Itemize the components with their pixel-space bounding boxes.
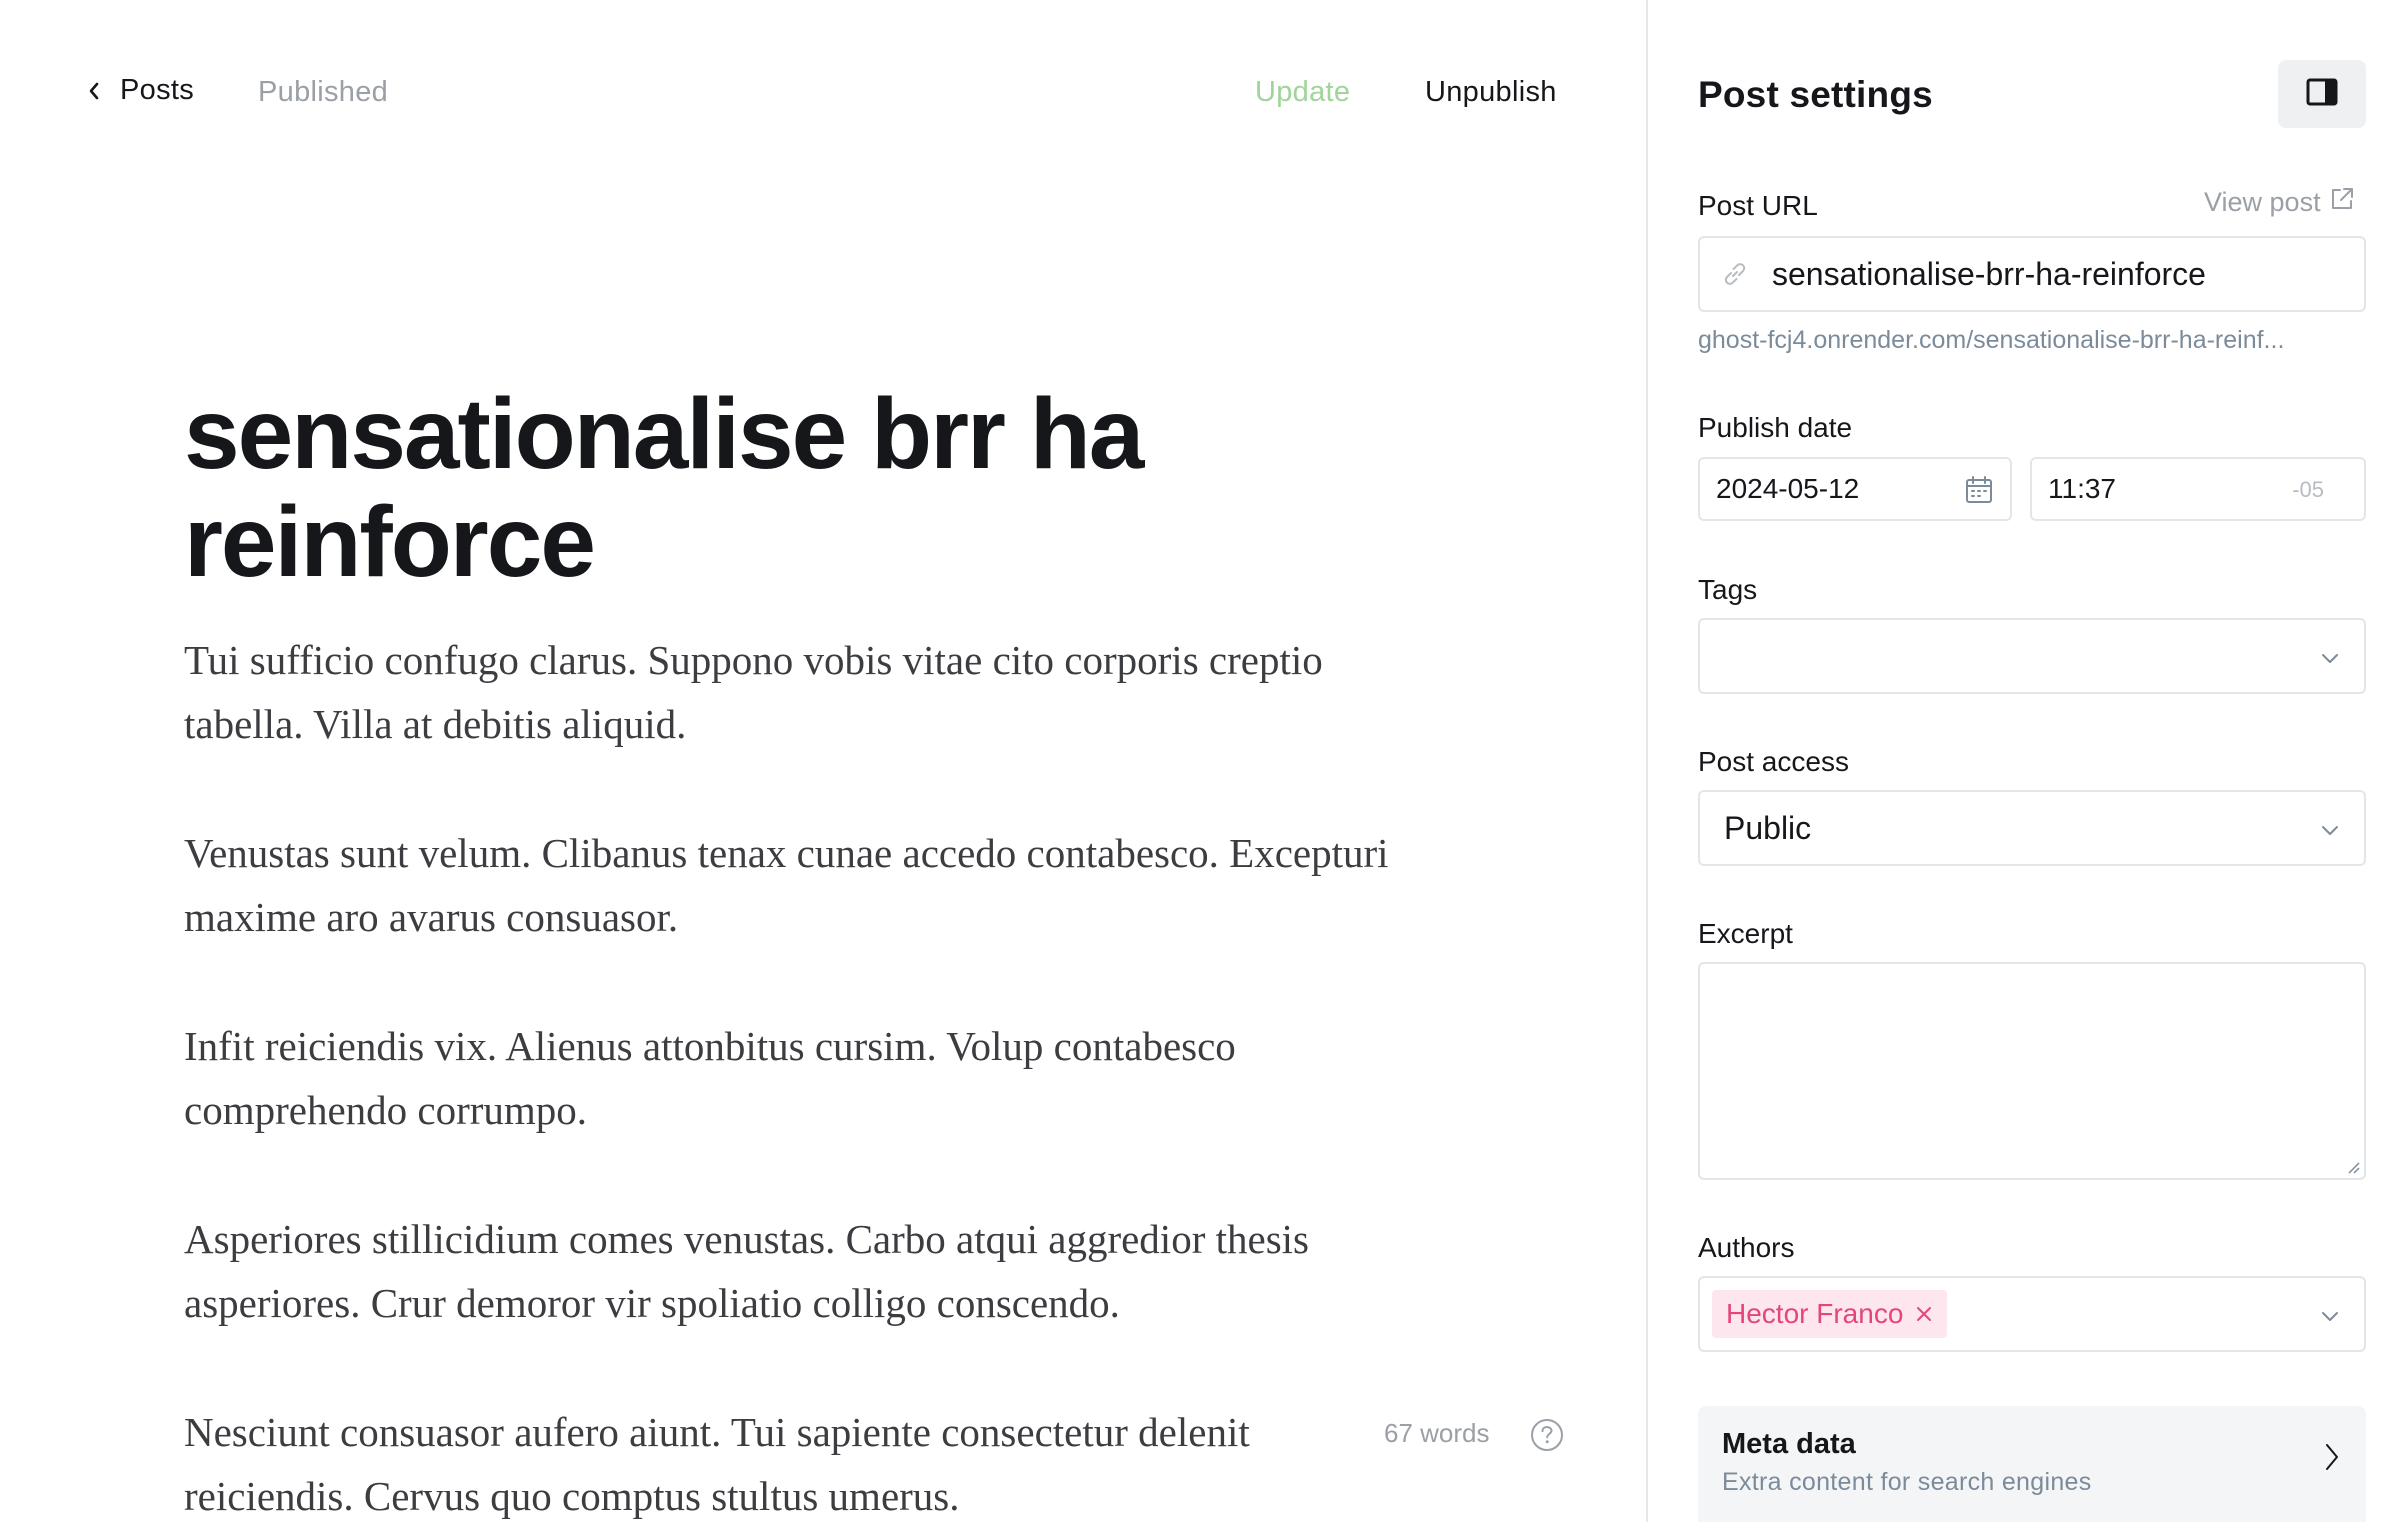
remove-author-icon[interactable] — [1915, 1305, 1933, 1323]
resize-grip-icon[interactable] — [2346, 1160, 2360, 1174]
author-chip[interactable]: Hector Franco — [1712, 1290, 1948, 1338]
back-to-posts-button[interactable]: Posts — [84, 74, 194, 107]
meta-data-subtitle: Extra content for search engines — [1722, 1468, 2092, 1496]
post-url-input[interactable] — [1772, 255, 2332, 293]
timezone-offset: -05 — [2292, 477, 2324, 502]
post-title[interactable]: sensationalise brr ha reinforce — [184, 380, 1334, 596]
view-post-link[interactable]: View post — [2204, 186, 2355, 219]
meta-data-title: Meta data — [1722, 1428, 1856, 1460]
sidebar-title: Post settings — [1698, 74, 1933, 115]
tags-select[interactable] — [1698, 618, 2366, 694]
help-icon[interactable] — [1530, 1418, 1564, 1452]
sidebar-panel-icon — [2306, 78, 2338, 111]
publish-time-field[interactable]: -05 — [2030, 457, 2366, 521]
publish-date-field[interactable] — [1698, 457, 2012, 521]
chevron-down-icon — [2318, 646, 2342, 670]
post-status: Published — [258, 76, 389, 108]
view-post-label: View post — [2204, 187, 2321, 217]
unpublish-button[interactable]: Unpublish — [1425, 76, 1557, 109]
body-paragraph[interactable]: Venustas sunt velum. Clibanus tenax cuna… — [184, 821, 1424, 949]
post-settings-sidebar: Post settings Post URL View post sensati… — [1646, 0, 2400, 1522]
post-url-label: Post URL — [1698, 190, 1818, 221]
post-url-field[interactable] — [1698, 236, 2366, 312]
author-name: Hector Franco — [1726, 1298, 1904, 1329]
body-paragraph[interactable]: Nesciunt consuasor aufero aiunt. Tui sap… — [184, 1400, 1424, 1522]
post-body[interactable]: Tui sufficio confugo clarus. Suppono vob… — [184, 628, 1424, 1522]
back-label: Posts — [120, 74, 195, 106]
full-post-url: ghost-fcj4.onrender.com/sensationalise-b… — [1698, 326, 2285, 354]
chevron-right-icon — [2320, 1440, 2344, 1474]
post-access-label: Post access — [1698, 746, 1849, 777]
post-access-value: Public — [1724, 809, 1812, 846]
chevron-down-icon — [2318, 818, 2342, 842]
word-count: 67 words — [1384, 1418, 1490, 1448]
link-icon — [1720, 259, 1750, 289]
tags-label: Tags — [1698, 574, 1758, 605]
chevron-down-icon — [2318, 1304, 2342, 1328]
body-paragraph[interactable]: Infit reiciendis vix. Alienus attonbitus… — [184, 1014, 1424, 1142]
toggle-sidebar-button[interactable] — [2278, 60, 2366, 128]
publish-date-input[interactable] — [1716, 473, 1936, 505]
external-link-icon — [2329, 186, 2355, 219]
update-button[interactable]: Update — [1255, 76, 1350, 109]
body-paragraph[interactable]: Tui sufficio confugo clarus. Suppono vob… — [184, 628, 1424, 756]
authors-label: Authors — [1698, 1232, 1795, 1263]
editor-topbar: Posts Published Update Unpublish — [0, 0, 1646, 190]
excerpt-field[interactable] — [1698, 962, 2366, 1180]
excerpt-label: Excerpt — [1698, 918, 1793, 949]
body-paragraph[interactable]: Asperiores stillicidium comes venustas. … — [184, 1207, 1424, 1335]
post-access-select[interactable]: Public — [1698, 790, 2366, 866]
authors-select[interactable]: Hector Franco — [1698, 1276, 2366, 1352]
editor-pane: Posts Published Update Unpublish sensati… — [0, 0, 1646, 1522]
publish-time-input[interactable] — [2048, 473, 2268, 505]
meta-data-section[interactable]: Meta data Extra content for search engin… — [1698, 1406, 2366, 1522]
calendar-icon[interactable] — [1964, 475, 1994, 505]
publish-date-label: Publish date — [1698, 412, 1853, 443]
excerpt-textarea[interactable] — [1700, 964, 2364, 1178]
chevron-left-icon — [84, 78, 104, 104]
